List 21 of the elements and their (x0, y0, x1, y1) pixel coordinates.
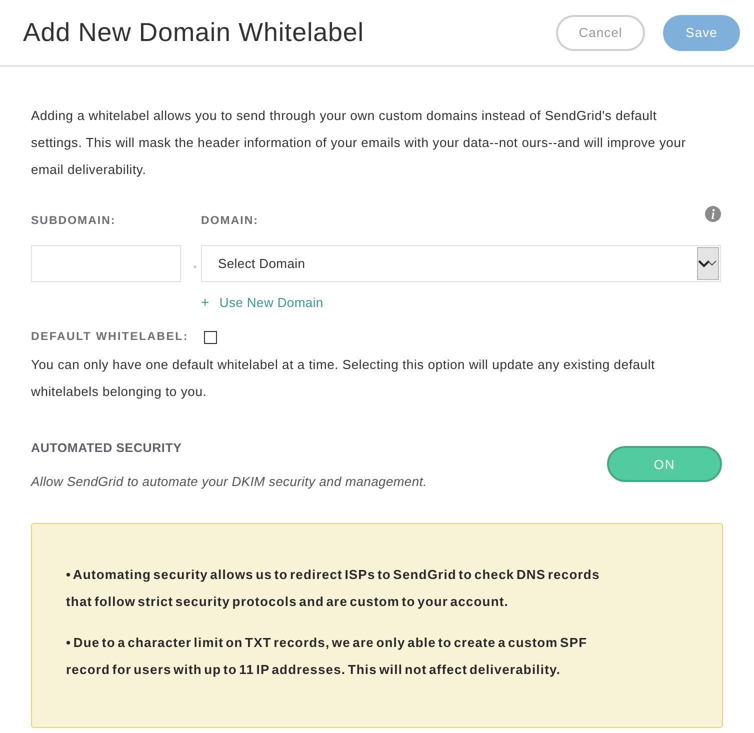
default-whitelabel-checkbox[interactable] (204, 331, 218, 344)
subdomain-input[interactable] (31, 245, 181, 282)
intro-text: Adding a whitelabel allows you to send through your own custom domains instead of SendGrid's default settings. This will mask the header information of your emails with your data--not ours--and will improve your email deliverability. (31, 107, 687, 179)
separator-dot: . (192, 256, 198, 272)
use-new-domain-link[interactable]: + Use New Domain (201, 292, 324, 313)
info-icon[interactable] (705, 206, 721, 222)
domain-label: DOMAIN: (201, 214, 258, 229)
subdomain-label: SUBDOMAIN: (31, 214, 117, 229)
save-button[interactable]: Save (663, 14, 740, 50)
automated-security-toggle[interactable]: ON (607, 446, 722, 482)
domain-select[interactable]: Select Domain (201, 245, 721, 282)
default-whitelabel-label: DEFAULT WHITELABEL: (31, 330, 188, 345)
default-whitelabel-note: You can only have one default whitelabel at a time. Selecting this option will update any existing default whitelabels belonging to you. (31, 356, 656, 402)
notice-item: • Due to a character limit on TXT records, we are only able to create a custom SPF record for users with up to 11 IP addresses. This will not affect deliverability. (66, 634, 588, 679)
automated-security-description: Allow SendGrid to automate your DKIM security and management. (31, 473, 427, 491)
plus-icon: + (201, 292, 210, 313)
page-title: Add New Domain Whitelabel (23, 16, 364, 49)
notice-item: • Automating security allows us to redirect ISPs to SendGrid to check DNS records that follow strict security protocols and are custom to your account. (66, 566, 601, 611)
cancel-button[interactable]: Cancel (556, 14, 645, 50)
automated-security-title: AUTOMATED SECURITY (31, 440, 183, 458)
chevron-down-icon (697, 247, 719, 280)
